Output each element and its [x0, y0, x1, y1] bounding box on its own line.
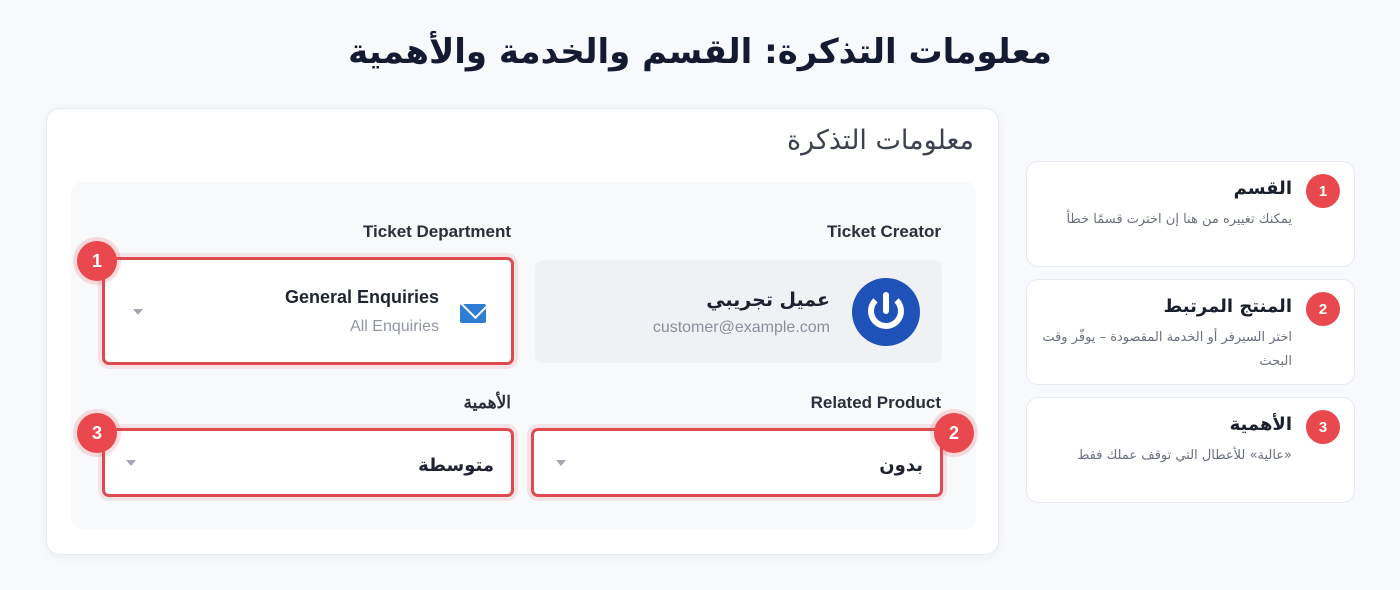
note-badge: 1 — [1306, 174, 1340, 208]
department-sub: All Enquiries — [350, 318, 439, 335]
creator-email: customer@example.com — [652, 319, 830, 336]
ticket-department-label: Ticket Department — [362, 222, 511, 241]
note-card-priority: 3 الأهمية «عالية» للأعطال التي توقف عملك… — [1026, 397, 1355, 503]
note-title: الأهمية — [1229, 414, 1292, 435]
card-title: معلومات التذكرة — [786, 125, 974, 156]
ticket-creator-box: عميل تجريبي customer@example.com — [535, 260, 942, 363]
note-desc: اختر السيرفر أو الخدمة المقصودة – يوفّر … — [1042, 330, 1292, 369]
chevron-down-icon — [556, 460, 566, 466]
note-desc: «عالية» للأعطال التي توقف عملك فقط — [1077, 448, 1292, 463]
callout-badge-1: 1 — [77, 241, 117, 281]
department-name: General Enquiries — [284, 287, 439, 307]
callout-badge-2: 2 — [934, 413, 974, 453]
note-badge: 3 — [1306, 410, 1340, 444]
related-product-select[interactable]: بدون — [531, 428, 943, 497]
note-desc: يمكنك تغييره من هنا إن اخترت قسمًا خطأ — [1066, 212, 1292, 227]
ticket-info-card: معلومات التذكرة Ticket Creator عميل تجري… — [46, 108, 999, 555]
mail-icon — [460, 304, 486, 323]
related-product-value: بدون — [879, 455, 923, 476]
ticket-creator-label: Ticket Creator — [826, 222, 941, 241]
chevron-down-icon — [133, 309, 143, 315]
note-card-related-product: 2 المنتج المرتبط اختر السيرفر أو الخدمة … — [1026, 279, 1355, 385]
note-title: القسم — [1233, 178, 1292, 199]
note-card-department: 1 القسم يمكنك تغييره من هنا إن اخترت قسم… — [1026, 161, 1355, 267]
avatar — [852, 278, 920, 346]
page-title: معلومات التذكرة: القسم والخدمة والأهمية — [348, 32, 1052, 72]
note-title: المنتج المرتبط — [1163, 296, 1292, 317]
callout-badge-3: 3 — [77, 413, 117, 453]
chevron-down-icon — [126, 460, 136, 466]
priority-select[interactable]: متوسطة — [102, 428, 514, 497]
priority-value: متوسطة — [418, 455, 494, 476]
creator-name: عميل تجريبي — [706, 289, 830, 311]
related-product-label: Related Product — [810, 393, 941, 412]
department-select[interactable]: General Enquiries All Enquiries — [102, 257, 514, 365]
note-badge: 2 — [1306, 292, 1340, 326]
priority-label: الأهمية — [463, 393, 511, 412]
